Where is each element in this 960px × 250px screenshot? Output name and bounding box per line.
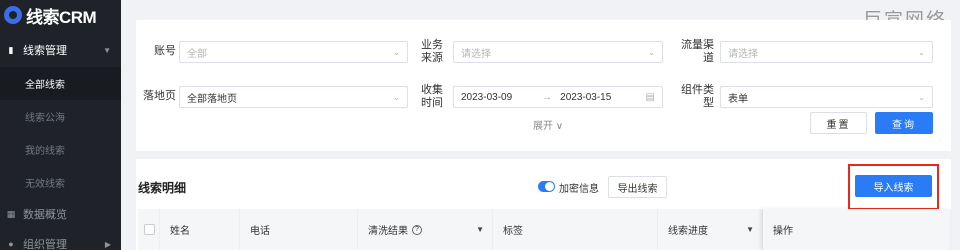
- leads-table-panel: 线索明细 加密信息 导出线索 导入线索 姓名 电话 清洗结果 ? ▼ 标签 线索…: [136, 159, 951, 250]
- channel-label: 流量渠道: [681, 39, 714, 64]
- source-label: 业务来源: [421, 39, 443, 64]
- component-select-value: 表单: [728, 93, 748, 105]
- calendar-icon: ▤: [645, 91, 655, 103]
- column-tags-label: 标签: [503, 226, 523, 237]
- query-button[interactable]: 查询: [875, 112, 933, 134]
- chevron-down-icon: ⌄: [393, 47, 400, 57]
- menu-group-data-label: 数据概览: [23, 209, 67, 221]
- column-progress-label: 线索进度: [668, 226, 708, 237]
- column-actions: 操作: [763, 209, 951, 250]
- logo-icon: [4, 6, 22, 24]
- landing-select[interactable]: 全部落地页 ⌄: [179, 86, 408, 108]
- logo-text: 线索CRM: [26, 7, 97, 27]
- expand-toggle[interactable]: 展开 ∨: [533, 117, 563, 132]
- component-label: 组件类型: [681, 84, 714, 109]
- sidebar-item-label: 无效线索: [25, 179, 65, 190]
- help-icon[interactable]: ?: [412, 224, 422, 235]
- source-select[interactable]: 请选择 ⌄: [453, 41, 663, 63]
- chevron-down-icon: ⌄: [918, 92, 925, 102]
- expand-label: 展开: [533, 121, 553, 132]
- column-phone-label: 电话: [250, 226, 270, 237]
- filter-icon[interactable]: ▼: [746, 225, 754, 234]
- select-all-checkbox[interactable]: [144, 224, 155, 235]
- select-all-column: [138, 209, 160, 250]
- source-select-placeholder: 请选择: [461, 48, 491, 60]
- sidebar-item-label: 全部线索: [25, 80, 65, 91]
- menu-group-org[interactable]: ● 组织管理 ▶: [0, 229, 121, 250]
- column-phone: 电话: [240, 209, 358, 250]
- channel-select-placeholder: 请选择: [728, 48, 758, 60]
- chevron-down-icon: ⌄: [393, 92, 400, 102]
- chevron-down-icon: ⌄: [648, 47, 655, 57]
- chevron-down-icon: ▼: [103, 45, 111, 55]
- column-name: 姓名: [160, 209, 240, 250]
- collect-time-label: 收集时间: [421, 84, 443, 109]
- import-leads-button[interactable]: 导入线索: [855, 175, 932, 197]
- column-clean-label: 清洗结果: [368, 226, 408, 237]
- column-name-label: 姓名: [170, 226, 190, 237]
- sidebar: 线索CRM ▮ 线索管理 ▼ 全部线索 线索公海 我的线索 无效线索 ▦ 数据概…: [0, 0, 121, 250]
- chevron-right-icon: ▶: [104, 239, 111, 249]
- export-leads-button[interactable]: 导出线索: [608, 176, 667, 198]
- reset-button[interactable]: 重置: [810, 112, 867, 134]
- component-select[interactable]: 表单 ⌄: [720, 86, 933, 108]
- sidebar-item-my-leads[interactable]: 我的线索: [0, 133, 121, 166]
- landing-select-value: 全部落地页: [187, 93, 237, 105]
- date-start: 2023-03-09: [461, 91, 513, 103]
- sidebar-item-all-leads[interactable]: 全部线索: [0, 67, 121, 100]
- table-header: 姓名 电话 清洗结果 ? ▼ 标签 线索进度 ▼ 操作: [138, 209, 951, 250]
- table-title: 线索明细: [138, 181, 187, 195]
- date-range-picker[interactable]: 2023-03-09 → 2023-03-15 ▤: [453, 86, 663, 108]
- app-logo[interactable]: 线索CRM: [0, 0, 121, 30]
- sidebar-item-invalid-leads[interactable]: 无效线索: [0, 166, 121, 199]
- arrow-right-icon: →: [542, 91, 553, 103]
- landing-label: 落地页: [143, 90, 176, 102]
- sidebar-item-label: 线索公海: [25, 113, 65, 124]
- column-progress: 线索进度 ▼: [658, 209, 763, 250]
- chevron-down-icon: ⌄: [918, 47, 925, 57]
- org-icon: ●: [8, 239, 14, 249]
- filter-icon[interactable]: ▼: [476, 225, 484, 234]
- menu-group-org-label: 组织管理: [23, 239, 67, 250]
- menu-group-data-overview[interactable]: ▦ 数据概览: [0, 199, 121, 229]
- channel-select[interactable]: 请选择 ⌄: [720, 41, 933, 63]
- main-content: 巨宣网络 账号 全部 ⌄ 业务来源 请选择 ⌄ 流量渠道 请选择 ⌄ 落地页 全…: [121, 0, 960, 250]
- chart-icon: ▦: [6, 208, 16, 219]
- filter-panel: 账号 全部 ⌄ 业务来源 请选择 ⌄ 流量渠道 请选择 ⌄ 落地页 全部落地页 …: [136, 20, 951, 151]
- date-end: 2023-03-15: [560, 91, 612, 103]
- column-actions-label: 操作: [773, 226, 793, 237]
- folder-icon: ▮: [8, 44, 14, 55]
- account-label: 账号: [154, 45, 176, 57]
- sidebar-item-leads-pool[interactable]: 线索公海: [0, 100, 121, 133]
- double-chevron-down-icon: ∨: [555, 121, 564, 132]
- encrypt-label: 加密信息: [559, 184, 599, 195]
- account-select-value: 全部: [187, 48, 207, 60]
- sidebar-item-label: 我的线索: [25, 146, 65, 157]
- menu-group-leads[interactable]: ▮ 线索管理 ▼: [0, 33, 121, 67]
- encrypt-toggle[interactable]: [538, 181, 555, 192]
- column-clean-result: 清洗结果 ? ▼: [358, 209, 493, 250]
- menu-group-leads-label: 线索管理: [23, 45, 67, 57]
- account-select[interactable]: 全部 ⌄: [179, 41, 408, 63]
- column-tags: 标签: [493, 209, 658, 250]
